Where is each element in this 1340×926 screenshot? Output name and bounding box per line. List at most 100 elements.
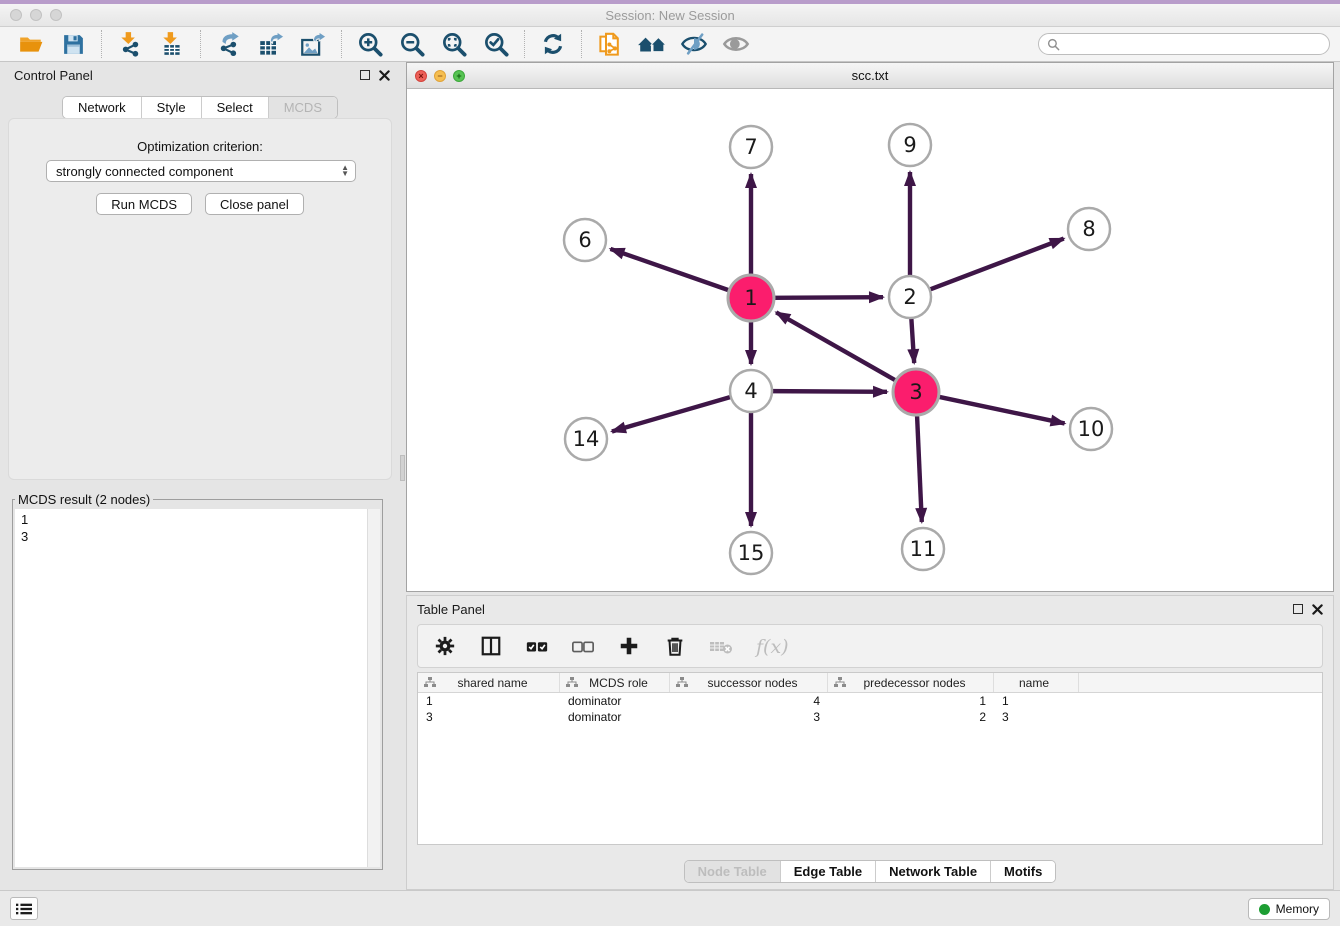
- tab-mcds[interactable]: MCDS: [268, 97, 337, 118]
- export-table-button[interactable]: [255, 29, 287, 59]
- table-row[interactable]: 3dominator323: [418, 709, 1322, 725]
- zoom-fit-button[interactable]: [438, 29, 470, 59]
- clone-network-icon: [597, 31, 624, 58]
- graph-edge-1-6[interactable]: [610, 249, 730, 291]
- search-field[interactable]: [1038, 33, 1330, 55]
- table-cell[interactable]: 1: [994, 694, 1079, 708]
- columns-icon: [480, 635, 502, 657]
- svg-text:10: 10: [1078, 417, 1105, 441]
- table-cell[interactable]: 1: [418, 694, 560, 708]
- table-header-row: shared nameMCDS rolesuccessor nodesprede…: [418, 673, 1322, 693]
- save-session-button[interactable]: [57, 29, 89, 59]
- float-panel-icon[interactable]: [360, 70, 370, 80]
- import-network-button[interactable]: [114, 29, 146, 59]
- tab-network[interactable]: Network: [63, 97, 141, 118]
- search-input[interactable]: [1060, 37, 1329, 51]
- toolbar-separator: [200, 30, 201, 58]
- tab-network-table[interactable]: Network Table: [875, 861, 990, 882]
- add-column-button[interactable]: [616, 633, 642, 659]
- tab-node-table[interactable]: Node Table: [685, 861, 780, 882]
- export-network-icon: [216, 31, 242, 57]
- graph-node-1[interactable]: 1: [728, 275, 774, 321]
- network-canvas[interactable]: 7 9 6 8 1 2 4 3 14 10 15 11: [407, 89, 1333, 591]
- graph-node-3[interactable]: 3: [893, 369, 939, 415]
- node-table[interactable]: shared nameMCDS rolesuccessor nodesprede…: [417, 672, 1323, 845]
- gear-button[interactable]: [432, 633, 458, 659]
- delete-column-button[interactable]: [662, 633, 688, 659]
- table-cell[interactable]: 2: [828, 710, 994, 724]
- table-cell[interactable]: dominator: [560, 694, 670, 708]
- graph-node-7[interactable]: 7: [730, 126, 772, 168]
- delete-table-button[interactable]: [708, 633, 734, 659]
- zoom-selected-button[interactable]: [480, 29, 512, 59]
- column-header-successor-nodes[interactable]: successor nodes: [670, 673, 828, 692]
- result-scrollbar[interactable]: [367, 509, 380, 867]
- tab-edge-table[interactable]: Edge Table: [780, 861, 875, 882]
- table-cell[interactable]: 4: [670, 694, 828, 708]
- zoom-out-button[interactable]: [396, 29, 428, 59]
- graph-edge-3-10[interactable]: [938, 397, 1065, 424]
- svg-text:8: 8: [1082, 217, 1095, 241]
- panel-splitter-handle[interactable]: [400, 455, 405, 481]
- column-header-name[interactable]: name: [994, 673, 1079, 692]
- show-graphics-icon: [722, 30, 750, 58]
- graph-edge-3-1[interactable]: [776, 312, 897, 381]
- close-panel-icon[interactable]: [379, 70, 390, 81]
- graph-node-9[interactable]: 9: [889, 124, 931, 166]
- home-button[interactable]: [636, 29, 668, 59]
- column-header-shared-name[interactable]: shared name: [418, 673, 560, 692]
- mcds-panel: Optimization criterion: strongly connect…: [8, 118, 392, 480]
- graph-node-14[interactable]: 14: [565, 418, 607, 460]
- graph-node-2[interactable]: 2: [889, 276, 931, 318]
- graph-edge-2-3[interactable]: [911, 317, 914, 363]
- graph-node-10[interactable]: 10: [1070, 408, 1112, 450]
- table-tabs: Node TableEdge TableNetwork TableMotifs: [684, 860, 1057, 883]
- column-header-predecessor-nodes[interactable]: predecessor nodes: [828, 673, 994, 692]
- graph-node-8[interactable]: 8: [1068, 208, 1110, 250]
- graph-edge-4-3[interactable]: [771, 391, 887, 392]
- criterion-select[interactable]: strongly connected component ▲▼: [46, 160, 356, 182]
- run-mcds-button[interactable]: Run MCDS: [96, 193, 192, 215]
- network-window-titlebar: × − + scc.txt: [407, 63, 1333, 89]
- float-table-panel-icon[interactable]: [1293, 604, 1303, 614]
- window-title: Session: New Session: [0, 8, 1340, 23]
- show-graphics-button[interactable]: [720, 29, 752, 59]
- graph-edge-2-8[interactable]: [929, 239, 1064, 290]
- table-cell[interactable]: 3: [994, 710, 1079, 724]
- close-panel-button[interactable]: Close panel: [205, 193, 304, 215]
- deselect-all-button[interactable]: [570, 633, 596, 659]
- export-image-button[interactable]: [297, 29, 329, 59]
- import-table-button[interactable]: [156, 29, 188, 59]
- open-session-button[interactable]: [15, 29, 47, 59]
- criterion-select-value: strongly connected component: [56, 164, 233, 179]
- refresh-button[interactable]: [537, 29, 569, 59]
- style-preview-button[interactable]: [678, 29, 710, 59]
- table-row[interactable]: 1dominator411: [418, 693, 1322, 709]
- column-header-MCDS-role[interactable]: MCDS role: [560, 673, 670, 692]
- table-cell[interactable]: 1: [828, 694, 994, 708]
- toolbar-separator: [341, 30, 342, 58]
- graph-node-15[interactable]: 15: [730, 532, 772, 574]
- table-cell[interactable]: 3: [670, 710, 828, 724]
- clone-network-button[interactable]: [594, 29, 626, 59]
- table-cell[interactable]: 3: [418, 710, 560, 724]
- graph-node-4[interactable]: 4: [730, 370, 772, 412]
- task-history-button[interactable]: [10, 897, 38, 920]
- export-network-button[interactable]: [213, 29, 245, 59]
- graph-edge-3-11[interactable]: [917, 414, 922, 522]
- graph-edge-4-14[interactable]: [612, 397, 732, 432]
- memory-button[interactable]: Memory: [1248, 898, 1330, 920]
- columns-button[interactable]: [478, 633, 504, 659]
- tab-select[interactable]: Select: [201, 97, 268, 118]
- function-builder-button[interactable]: f(x): [754, 633, 794, 659]
- select-all-button[interactable]: [524, 633, 550, 659]
- graph-edge-1-2[interactable]: [773, 297, 883, 298]
- graph-node-11[interactable]: 11: [902, 528, 944, 570]
- zoom-in-button[interactable]: [354, 29, 386, 59]
- tab-motifs[interactable]: Motifs: [990, 861, 1055, 882]
- tab-style[interactable]: Style: [141, 97, 201, 118]
- graph-node-6[interactable]: 6: [564, 219, 606, 261]
- attribute-type-icon: [676, 677, 688, 688]
- close-table-panel-icon[interactable]: [1312, 604, 1323, 615]
- table-cell[interactable]: dominator: [560, 710, 670, 724]
